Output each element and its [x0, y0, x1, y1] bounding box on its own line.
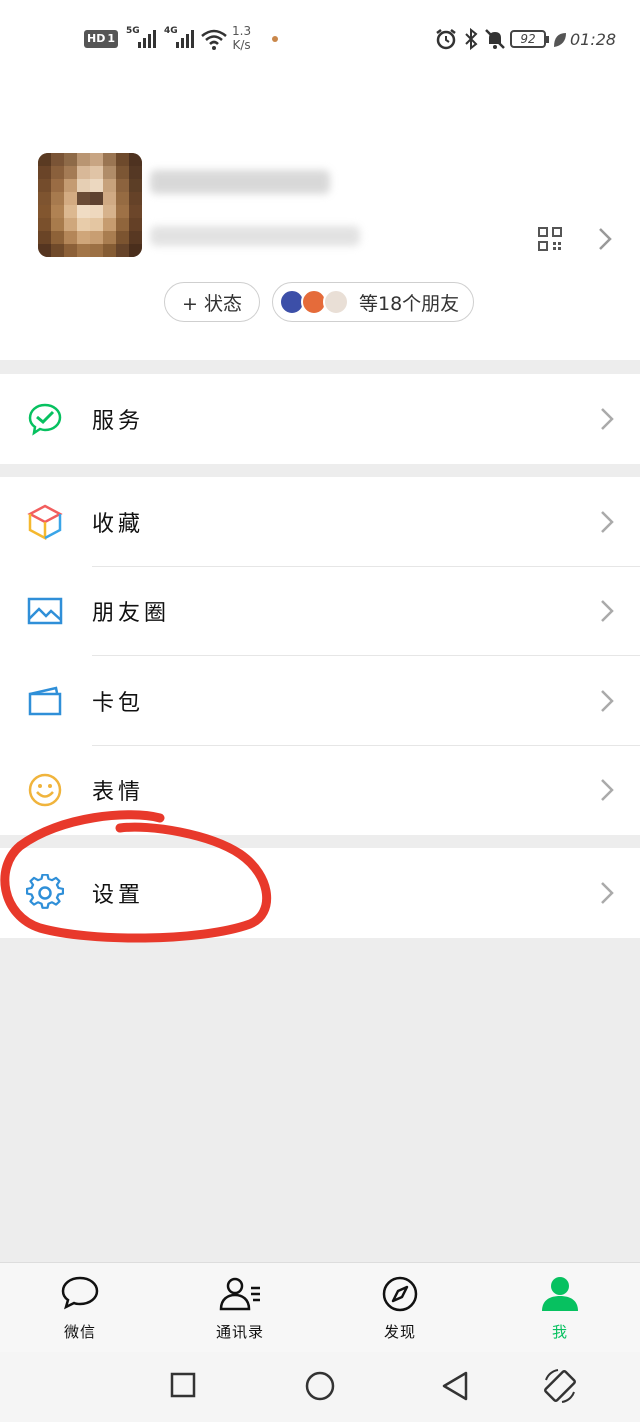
- bell-off-icon: [485, 29, 505, 49]
- chevron-right-icon: [601, 600, 614, 623]
- menu-item-label: 朋友圈: [92, 601, 171, 627]
- friend-avatar: [323, 289, 349, 315]
- moments-image-icon: [27, 598, 63, 625]
- wechat-id-blurred: [150, 226, 360, 246]
- add-status-button[interactable]: + 状态: [164, 282, 260, 322]
- chevron-right-icon: [601, 510, 614, 533]
- menu-item-label: 表情: [92, 780, 145, 806]
- back-button[interactable]: [440, 1370, 470, 1402]
- favorites-cube-icon: [27, 504, 63, 540]
- menu-item-stickers[interactable]: 表情: [0, 746, 640, 836]
- chevron-right-icon: [601, 689, 614, 712]
- chevron-right-icon: [601, 881, 614, 904]
- gear-icon: [26, 873, 64, 909]
- tab-me[interactable]: 我: [500, 1263, 620, 1353]
- menu-item-label: 卡包: [92, 690, 145, 716]
- menu-item-service[interactable]: 服务: [0, 374, 640, 464]
- menu-group-main: 收藏 朋友圈 卡包 表情: [0, 477, 640, 835]
- tab-label: 通讯录: [215, 1323, 264, 1341]
- status-button-label: + 状态: [182, 292, 242, 315]
- card-wallet-icon: [28, 686, 62, 715]
- alarm-icon: [436, 29, 456, 50]
- tab-label: 我: [551, 1323, 568, 1341]
- contacts-icon: [219, 1277, 260, 1311]
- status-time: 01:28: [570, 30, 617, 49]
- profile-header[interactable]: + 状态 等18个朋友: [0, 80, 640, 360]
- status-bar: HD 1 5G 4G 1.3 K/s 92 01:28: [0, 0, 640, 80]
- person-icon: [542, 1277, 578, 1311]
- menu-item-label: 设置: [92, 882, 145, 908]
- menu-item-label: 收藏: [92, 511, 145, 537]
- menu-item-favorites[interactable]: 收藏: [0, 477, 640, 567]
- chevron-right-icon[interactable]: [598, 227, 612, 251]
- hd-badge: HD 1: [84, 30, 118, 48]
- friends-label: 等18个朋友: [359, 292, 460, 315]
- chat-bubble-icon: [61, 1276, 99, 1310]
- chevron-right-icon: [601, 779, 614, 802]
- recent-apps-button[interactable]: [170, 1372, 196, 1398]
- qr-code-icon[interactable]: [538, 227, 562, 251]
- bottom-tab-bar: 微信 通讯录 发现 我: [0, 1262, 640, 1352]
- compass-icon: [382, 1276, 418, 1312]
- avatar-pixelated-image: [38, 153, 142, 257]
- tab-label: 发现: [383, 1323, 416, 1341]
- system-nav-bar: [0, 1352, 640, 1422]
- smiley-icon: [28, 774, 62, 807]
- menu-item-settings[interactable]: 设置: [0, 848, 640, 938]
- leaf-icon: [554, 33, 566, 47]
- network-speed: 1.3 K/s: [232, 24, 252, 52]
- home-button[interactable]: [304, 1370, 336, 1402]
- rotate-screen-icon[interactable]: [540, 1366, 580, 1406]
- chevron-right-icon: [601, 407, 614, 430]
- menu-item-label: 服务: [92, 408, 145, 434]
- notification-dot-icon: [272, 36, 278, 42]
- menu-item-moments[interactable]: 朋友圈: [0, 567, 640, 656]
- menu-item-cards[interactable]: 卡包: [0, 656, 640, 746]
- service-icon: [28, 403, 62, 436]
- avatar[interactable]: [38, 153, 142, 257]
- tab-chats[interactable]: 微信: [20, 1263, 140, 1353]
- nickname-blurred: [150, 170, 330, 194]
- tab-label: 微信: [63, 1323, 96, 1341]
- wifi-icon: [201, 29, 227, 50]
- bluetooth-icon: [465, 27, 478, 51]
- tab-discover[interactable]: 发现: [340, 1263, 460, 1353]
- tab-contacts[interactable]: 通讯录: [180, 1263, 300, 1353]
- battery-indicator: 92: [510, 30, 549, 48]
- menu-group-settings: 设置: [0, 848, 640, 938]
- friends-status-button[interactable]: 等18个朋友: [272, 282, 474, 322]
- menu-group-service: 服务: [0, 374, 640, 464]
